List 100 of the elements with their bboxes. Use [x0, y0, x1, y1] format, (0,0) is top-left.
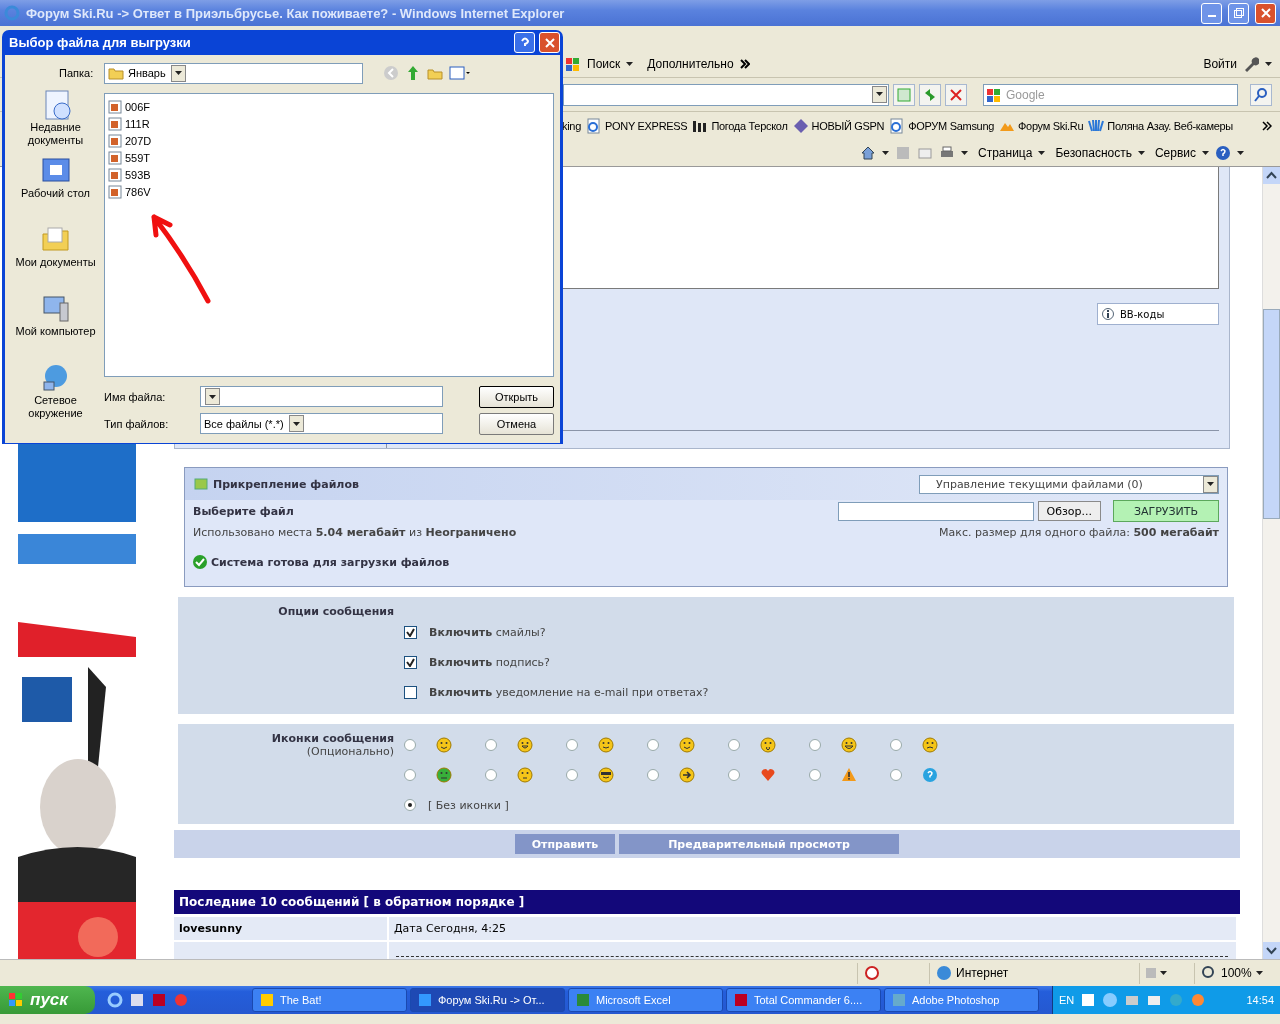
up-folder-icon[interactable]	[405, 65, 421, 81]
address-field[interactable]	[563, 83, 889, 106]
page-icon	[889, 118, 906, 134]
refresh-button[interactable]	[919, 83, 941, 106]
help-button[interactable]	[514, 32, 535, 53]
smiley-icon	[598, 767, 614, 783]
folder-select[interactable]: Январь	[104, 62, 363, 84]
open-button[interactable]: Открыть	[479, 385, 554, 408]
checkbox[interactable]	[404, 655, 417, 669]
file-list[interactable]: 006F 111R 207D 559T 593B 786V	[104, 93, 554, 377]
favorite-link[interactable]: Поляна Азау. Веб-камеры	[1107, 120, 1233, 132]
bb-codes-button[interactable]: BB-коды	[1097, 303, 1219, 325]
file-item[interactable]: 006F	[108, 98, 550, 115]
caret-icon	[292, 421, 300, 426]
place-shortcut[interactable]: Рабочий стол	[8, 155, 103, 220]
taskbar-button[interactable]: Total Commander 6....	[726, 988, 881, 1012]
favorite-link[interactable]: PONY EXPRESS	[605, 120, 688, 132]
close-button[interactable]	[1255, 2, 1276, 24]
close-button[interactable]	[539, 32, 560, 53]
radio-button[interactable]	[809, 769, 821, 781]
dropdown-button[interactable]	[872, 85, 887, 103]
search-menu[interactable]: Поиск	[587, 56, 621, 71]
section-header: Последние 10 сообщений [ в обратном порядке ]	[174, 890, 1240, 914]
radio-button[interactable]	[566, 769, 578, 781]
browser-icon[interactable]	[107, 992, 123, 1008]
section-label: Опции сообщения	[278, 605, 394, 618]
warning-icon	[841, 767, 857, 783]
author-cell: lovesunny	[174, 917, 387, 940]
radio-button[interactable]	[809, 739, 821, 751]
view-menu-icon[interactable]	[449, 65, 471, 81]
command-menu[interactable]: Безопасность	[1055, 146, 1132, 160]
radio-button[interactable]	[728, 739, 740, 751]
radio-dot-icon	[408, 803, 412, 807]
favorite-link[interactable]: king	[562, 120, 581, 132]
command-menu[interactable]: Страница	[978, 146, 1033, 160]
taskbar-button[interactable]: Microsoft Excel	[568, 988, 723, 1012]
radio-button[interactable]	[890, 769, 902, 781]
radio-button[interactable]	[404, 739, 416, 751]
place-shortcut[interactable]: Мои документы	[8, 224, 103, 289]
radio-button[interactable]	[404, 769, 416, 781]
app-icon[interactable]	[129, 992, 145, 1008]
app-icon	[891, 992, 907, 1008]
favorite-link[interactable]: Погода Терскол	[711, 120, 788, 132]
scroll-thumb[interactable]	[1263, 309, 1280, 519]
taskbar-button[interactable]: Форум Ski.Ru -> От...	[410, 988, 565, 1012]
file-item[interactable]: 207D	[108, 132, 550, 149]
dialog-title: Выбор файла для выгрузки	[9, 35, 192, 50]
file-item[interactable]: 559T	[108, 149, 550, 166]
favorite-link[interactable]: Форум Ski.Ru	[1018, 120, 1084, 132]
scroll-down-icon	[1263, 942, 1280, 959]
radio-button[interactable]	[566, 739, 578, 751]
clock: 14:54	[1246, 994, 1274, 1006]
caret-icon	[1038, 151, 1046, 155]
checkmark-icon	[406, 627, 415, 637]
command-menu[interactable]: Сервис	[1154, 146, 1197, 160]
compatibility-button[interactable]	[893, 83, 915, 106]
more-menu[interactable]: Дополнительно	[647, 56, 734, 71]
favorite-link[interactable]: НОВЫЙ GSPN	[811, 120, 885, 132]
radio-button[interactable]	[404, 799, 416, 811]
files-select[interactable]: Управление текущими файлами (0)	[919, 474, 1219, 494]
file-item[interactable]: 111R	[108, 115, 550, 132]
checkbox[interactable]	[404, 685, 417, 699]
browse-button[interactable]: Обзор...	[1037, 501, 1101, 521]
favorite-link[interactable]: ФОРУМ Samsung	[908, 120, 995, 132]
double-chevron-icon	[1262, 121, 1272, 131]
radio-button[interactable]	[728, 769, 740, 781]
filename-label: Имя файла:	[104, 390, 167, 403]
minimize-button[interactable]	[1201, 2, 1222, 24]
scrollbar[interactable]	[1262, 167, 1280, 959]
radio-button[interactable]	[485, 769, 497, 781]
floppy-icon[interactable]	[151, 992, 167, 1008]
smiley-icon	[922, 737, 938, 753]
file-type-select[interactable]: Все файлы (*.*)	[200, 413, 443, 434]
file-field[interactable]	[837, 501, 1034, 521]
file-item[interactable]: 593B	[108, 166, 550, 183]
taskbar-button[interactable]: The Bat!	[252, 988, 407, 1012]
radio-button[interactable]	[647, 769, 659, 781]
globe-icon	[936, 965, 952, 981]
filename-field[interactable]	[200, 386, 443, 407]
back-icon[interactable]	[383, 65, 399, 81]
zoom-level[interactable]: 100%	[1221, 966, 1252, 980]
place-shortcut[interactable]: Недавние документы	[8, 89, 103, 151]
status-text: Система готова для загрузки файлов	[211, 555, 450, 569]
radio-button[interactable]	[485, 739, 497, 751]
radio-button[interactable]	[890, 739, 902, 751]
place-shortcut[interactable]: Мой компьютер	[8, 293, 103, 358]
cancel-button[interactable]: Отмена	[479, 412, 554, 435]
diamond-icon	[792, 118, 809, 134]
caret-icon	[209, 394, 216, 399]
file-item[interactable]: 786V	[108, 183, 550, 200]
checkbox[interactable]	[404, 625, 417, 639]
radio-button[interactable]	[647, 739, 659, 751]
maximize-button[interactable]	[1228, 2, 1249, 24]
place-shortcut[interactable]: Сетевое окружение	[8, 362, 103, 427]
stop-button[interactable]	[945, 83, 967, 106]
sign-in-link[interactable]: Войти	[1203, 56, 1237, 71]
taskbar-button[interactable]: Adobe Photoshop	[884, 988, 1039, 1012]
upload-button[interactable]: ЗАГРУЗИТЬ	[1113, 500, 1219, 522]
option-label: Включить уведомление на e-mail при ответах?	[429, 685, 709, 699]
search-button[interactable]	[1250, 83, 1272, 106]
